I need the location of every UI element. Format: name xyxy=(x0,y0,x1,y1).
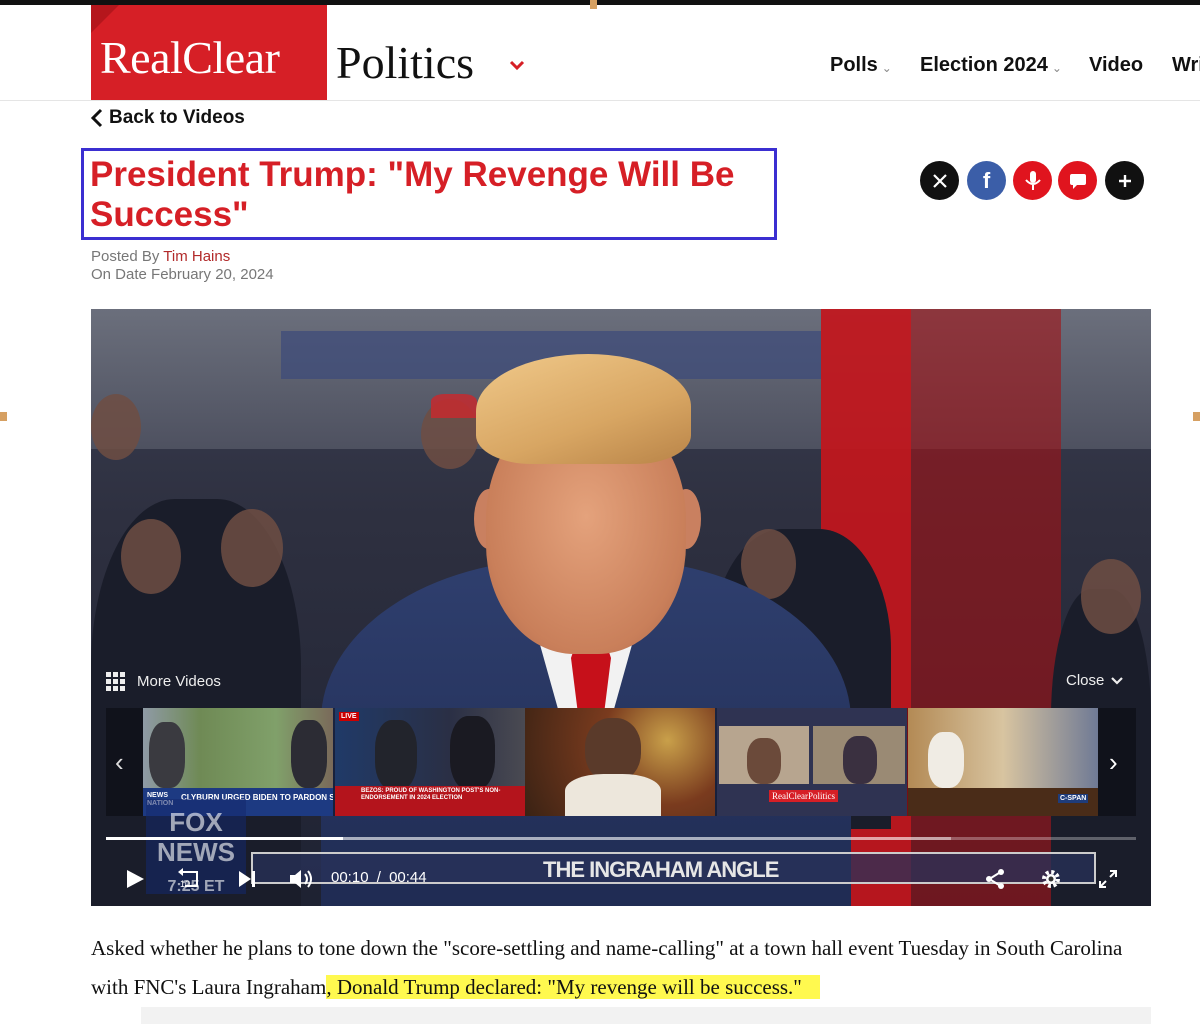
site-logo[interactable]: RealClear xyxy=(91,5,327,100)
show-name: THE INGRAHAM ANGLE xyxy=(543,857,779,882)
thumbnail-network: C-SPAN xyxy=(1058,794,1089,803)
article-body: Asked whether he plans to tone down the … xyxy=(91,929,1151,1007)
posted-by-label: Posted By xyxy=(91,248,160,265)
audience-member xyxy=(121,519,181,594)
play-button[interactable] xyxy=(124,865,146,893)
strip-prev-button[interactable]: ‹ xyxy=(115,747,124,778)
audience-member xyxy=(91,394,141,460)
nav-video[interactable]: Video xyxy=(1089,51,1143,79)
byline-author: Posted By Tim Hains xyxy=(91,248,230,265)
chevron-left-icon xyxy=(91,108,103,128)
chevron-down-icon xyxy=(1111,676,1124,685)
logo-realclear: RealClear xyxy=(100,32,280,83)
progress-bar[interactable] xyxy=(106,837,1136,840)
video-player[interactable]: More Videos Close NEWS NATION CLYBURN UR… xyxy=(91,309,1151,906)
author-link[interactable]: Tim Hains xyxy=(163,248,230,265)
share-button[interactable] xyxy=(983,865,1007,893)
settings-button[interactable] xyxy=(1039,865,1063,893)
fullscreen-icon xyxy=(1099,870,1117,888)
site-header: RealClear Politics Polls ⌄ Election 2024 ⌄… xyxy=(0,5,1200,101)
x-icon xyxy=(932,173,947,188)
back-link-label: Back to Videos xyxy=(109,107,245,128)
resize-handle xyxy=(0,412,7,421)
video-thumbnail[interactable]: LIVE BEZOS: PROUD OF WASHINGTON POST'S N… xyxy=(335,708,525,816)
volume-button[interactable] xyxy=(288,865,316,893)
resize-handle xyxy=(1193,412,1200,421)
audience-cap xyxy=(431,394,477,418)
back-to-videos-link[interactable]: Back to Videos xyxy=(91,106,245,130)
chevron-right-icon: › xyxy=(1109,747,1118,777)
video-background-curtain xyxy=(911,309,1061,906)
current-time: 00:10 xyxy=(331,869,369,886)
skip-seconds: 10 xyxy=(180,879,191,889)
close-label: Close xyxy=(1066,672,1105,689)
nav-label: Wri xyxy=(1172,53,1200,76)
byline-date: On Date February 20, 2024 xyxy=(91,266,274,283)
video-thumbnail[interactable]: C-SPAN xyxy=(908,708,1098,816)
progress-fill xyxy=(106,837,343,840)
next-button[interactable] xyxy=(237,865,257,893)
nav-label: Election 2024 xyxy=(920,53,1048,76)
more-share-button[interactable] xyxy=(1105,161,1144,200)
chevron-down-icon[interactable] xyxy=(507,55,527,75)
duration: 00:44 xyxy=(389,869,427,886)
chevron-down-icon: ⌄ xyxy=(881,61,892,75)
close-more-videos-button[interactable]: Close xyxy=(1066,672,1124,689)
audience-member xyxy=(1081,559,1141,634)
gear-icon xyxy=(1042,870,1060,888)
facebook-share-button[interactable]: f xyxy=(967,161,1006,200)
video-thumbnail[interactable]: RealClearPolitics xyxy=(717,708,907,816)
content-block xyxy=(141,1007,1151,1024)
nav-polls[interactable]: Polls ⌄ xyxy=(830,51,892,79)
time-separator: / xyxy=(376,869,381,886)
play-icon xyxy=(127,870,144,888)
more-videos-strip: NEWS NATION CLYBURN URGED BIDEN TO PARDO… xyxy=(106,708,1136,816)
audience-member xyxy=(221,509,283,587)
plus-icon xyxy=(1118,174,1131,187)
skip-next-icon xyxy=(239,871,255,887)
strip-next-button[interactable]: › xyxy=(1109,747,1118,778)
thumbnail-network: LIVE xyxy=(339,712,359,721)
article-title: President Trump: "My Revenge Will Be Suc… xyxy=(90,155,735,234)
thumbnail-caption: BEZOS: PROUD OF WASHINGTON POST'S NON-EN… xyxy=(361,788,501,801)
facebook-icon: f xyxy=(982,167,991,193)
chevron-left-icon: ‹ xyxy=(115,747,124,777)
thumbnail-caption: RealClearPolitics xyxy=(769,790,838,802)
speaker-hair xyxy=(476,354,691,464)
truth-social-icon xyxy=(1024,170,1041,190)
grid-icon xyxy=(106,672,125,691)
nav-writers[interactable]: Wri xyxy=(1172,51,1200,79)
share-icon xyxy=(986,869,1004,889)
chevron-down-icon: ⌄ xyxy=(1051,61,1062,75)
more-videos-label: More Videos xyxy=(137,673,221,690)
nav-label: Video xyxy=(1089,53,1144,76)
truth-social-share-button[interactable] xyxy=(1013,161,1052,200)
time-display: 00:10 / 00:44 xyxy=(331,869,427,886)
video-thumbnail[interactable] xyxy=(525,708,715,816)
x-share-button[interactable] xyxy=(920,161,959,200)
volume-icon xyxy=(290,870,312,888)
comment-icon xyxy=(1069,173,1086,189)
logo-politics[interactable]: Politics xyxy=(336,36,474,89)
nav-election-2024[interactable]: Election 2024 ⌄ xyxy=(920,51,1062,79)
nav-label: Polls xyxy=(830,53,878,76)
highlighted-quote: , Donald Trump declared: "My revenge wil… xyxy=(326,975,820,999)
fullscreen-button[interactable] xyxy=(1097,865,1119,893)
comment-button[interactable] xyxy=(1058,161,1097,200)
rewind-10-button[interactable]: 10 xyxy=(177,865,203,893)
more-videos-toggle[interactable]: More Videos xyxy=(106,672,221,691)
